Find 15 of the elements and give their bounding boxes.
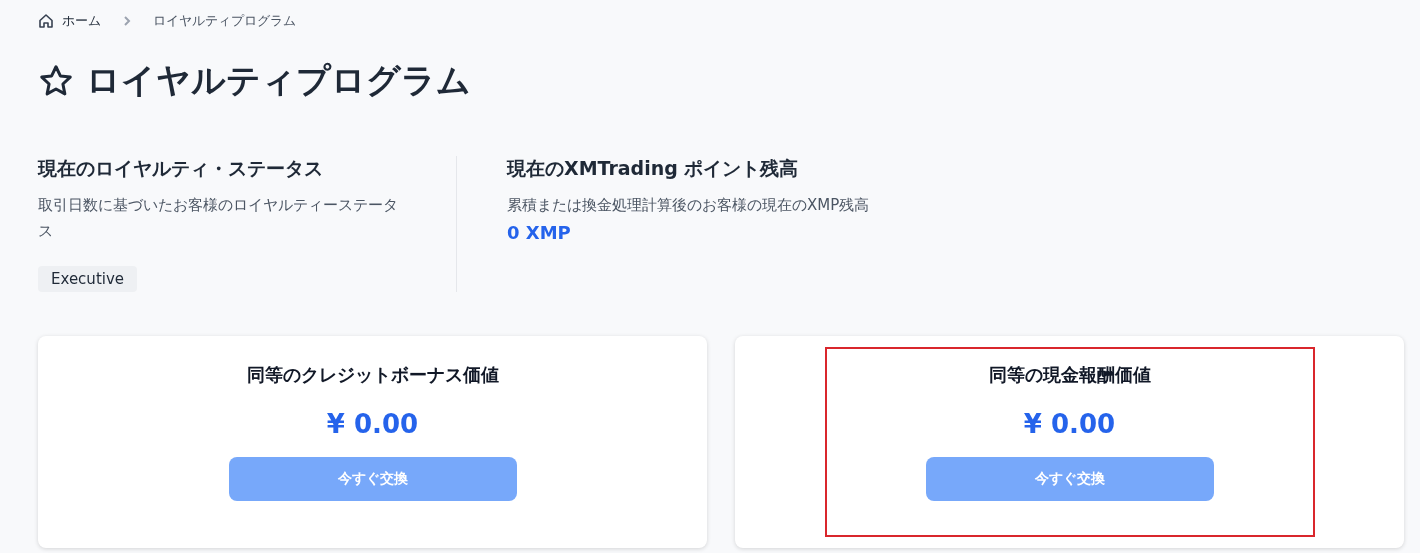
page-title: ロイヤルティプログラム xyxy=(86,59,471,102)
points-value: 0 XMP xyxy=(507,222,572,243)
card-amount: ¥ 0.00 xyxy=(1023,409,1116,439)
status-badge: Executive xyxy=(38,266,138,292)
card-title: 同等の現金報酬価値 xyxy=(988,363,1151,387)
points-heading: 現在のXMTrading ポイント残高 xyxy=(507,156,800,181)
points-description: 累積または換金処理計算後のお客様の現在のXMP残高 xyxy=(507,195,871,216)
chevron-right-icon xyxy=(121,15,133,27)
card-title: 同等のクレジットボーナス価値 xyxy=(246,363,499,387)
home-icon xyxy=(38,13,54,29)
breadcrumb-current: ロイヤルティプログラム xyxy=(153,12,296,30)
card-amount: ¥ 0.00 xyxy=(326,409,419,439)
status-heading: 現在のロイヤルティ・ステータス xyxy=(38,156,324,181)
status-description: 取引日数に基づいたお客様のロイヤルティーステータス xyxy=(38,195,399,242)
home-link[interactable]: ホーム xyxy=(38,12,101,30)
